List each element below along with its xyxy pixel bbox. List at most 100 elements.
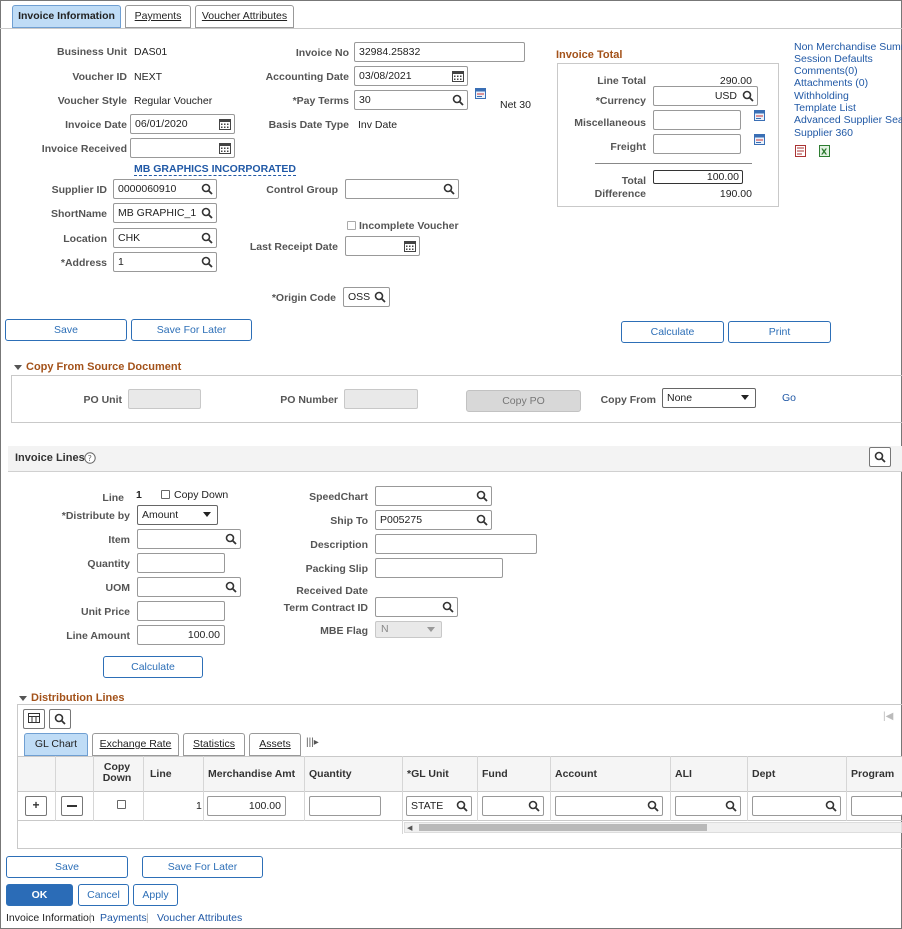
scrollbar-thumb[interactable] — [419, 824, 707, 831]
incomplete-voucher-checkbox[interactable] — [347, 221, 356, 230]
misc-detail-icon[interactable] — [754, 110, 765, 121]
description-field[interactable] — [375, 534, 537, 554]
search-icon[interactable] — [443, 183, 455, 195]
footer-link-voucher-attributes[interactable]: Voucher Attributes — [157, 912, 242, 924]
control-group-field[interactable] — [345, 179, 459, 199]
horizontal-scrollbar[interactable]: ◀ — [404, 822, 902, 833]
uom-field[interactable] — [137, 577, 241, 597]
quantity-field[interactable] — [137, 553, 225, 573]
tab-payments[interactable]: Payments — [125, 5, 191, 28]
packing-slip-field[interactable] — [375, 558, 503, 578]
side-link-session-defaults[interactable]: Session Defaults — [794, 53, 873, 65]
tab-invoice-information[interactable]: Invoice Information — [12, 5, 121, 28]
calendar-icon[interactable] — [452, 70, 464, 82]
line-calculate-button[interactable]: Calculate — [103, 656, 203, 678]
first-page-icon[interactable]: |◀ — [883, 711, 893, 722]
search-icon[interactable] — [528, 800, 540, 812]
search-icon[interactable] — [225, 581, 237, 593]
address-field[interactable]: 1 — [113, 252, 217, 272]
dist-tab-exchange-rate[interactable]: Exchange Rate — [92, 733, 179, 756]
term-contract-field[interactable] — [375, 597, 458, 617]
side-link-supplier-360[interactable]: Supplier 360 — [794, 127, 853, 139]
copy-from-title[interactable]: Copy From Source Document — [14, 361, 181, 373]
side-link-template-list[interactable]: Template List — [794, 102, 856, 114]
copy-down-checkbox[interactable] — [161, 490, 170, 499]
search-icon[interactable] — [476, 490, 488, 502]
origin-code-field[interactable]: OSS — [343, 287, 390, 307]
invoice-lines-search-button[interactable] — [869, 447, 891, 467]
print-button[interactable]: Print — [728, 321, 831, 343]
distribution-lines-title[interactable]: Distribution Lines — [19, 692, 125, 704]
invoice-received-field[interactable] — [130, 138, 235, 158]
ship-to-field[interactable]: P005275 — [375, 510, 492, 530]
calendar-icon[interactable] — [219, 118, 231, 130]
search-icon[interactable] — [742, 90, 754, 102]
invoice-no-field[interactable]: 32984.25832 — [354, 42, 525, 62]
calculate-button[interactable]: Calculate — [621, 321, 724, 343]
freight-detail-icon[interactable] — [754, 134, 765, 145]
ok-button[interactable]: OK — [6, 884, 73, 906]
save-for-later-button[interactable]: Save For Later — [131, 319, 252, 341]
search-icon[interactable] — [201, 207, 213, 219]
dist-tab-gl-chart[interactable]: GL Chart — [24, 733, 88, 756]
search-icon[interactable] — [476, 514, 488, 526]
bottom-save-button[interactable]: Save — [6, 856, 128, 878]
search-icon[interactable] — [225, 533, 237, 545]
search-icon[interactable] — [201, 256, 213, 268]
dist-tab-assets[interactable]: Assets — [249, 733, 301, 756]
shortname-field[interactable]: MB GRAPHIC_1 — [113, 203, 217, 223]
speedchart-field[interactable] — [375, 486, 492, 506]
spreadsheet-icon[interactable]: X — [819, 145, 830, 157]
supplier-name-link[interactable]: MB GRAPHICS INCORPORATED — [134, 163, 296, 176]
search-icon[interactable] — [825, 800, 837, 812]
report-icon[interactable] — [795, 145, 806, 157]
side-link-withholding[interactable]: Withholding — [794, 90, 849, 102]
dept-field[interactable] — [752, 796, 841, 816]
unit-price-field[interactable] — [137, 601, 225, 621]
search-icon[interactable] — [374, 291, 386, 303]
distribute-by-select[interactable]: Amount — [137, 505, 218, 525]
freight-field[interactable] — [653, 134, 741, 154]
personalize-grid-button[interactable] — [23, 709, 45, 729]
side-link-advanced-supplier-search[interactable]: Advanced Supplier Search — [794, 114, 902, 126]
dist-tab-statistics[interactable]: Statistics — [183, 733, 245, 756]
copy-from-select[interactable]: None — [662, 388, 756, 408]
row-copy-down-checkbox[interactable] — [117, 800, 126, 809]
delete-row-button[interactable] — [61, 796, 83, 816]
account-field[interactable] — [555, 796, 663, 816]
row-quantity-field[interactable] — [309, 796, 381, 816]
item-field[interactable] — [137, 529, 241, 549]
ali-field[interactable] — [675, 796, 741, 816]
location-field[interactable]: CHK — [113, 228, 217, 248]
miscellaneous-field[interactable] — [653, 110, 741, 130]
add-row-button[interactable]: + — [25, 796, 47, 816]
search-icon[interactable] — [442, 601, 454, 613]
pay-terms-field[interactable]: 30 — [354, 90, 468, 110]
tab-voucher-attributes[interactable]: Voucher Attributes — [195, 5, 294, 28]
go-link[interactable]: Go — [782, 392, 796, 404]
calendar-icon[interactable] — [404, 240, 416, 252]
search-icon[interactable] — [452, 94, 464, 106]
accounting-date-field[interactable]: 03/08/2021 — [354, 66, 468, 86]
help-icon[interactable]: ? — [84, 452, 96, 464]
search-icon[interactable] — [201, 232, 213, 244]
search-icon[interactable] — [201, 183, 213, 195]
program-field[interactable] — [851, 796, 902, 816]
currency-field[interactable]: USD — [653, 86, 758, 106]
supplier-id-field[interactable]: 0000060910 — [113, 179, 217, 199]
save-button[interactable]: Save — [5, 319, 127, 341]
search-icon[interactable] — [647, 800, 659, 812]
side-link-non-merchandise-summary[interactable]: Non Merchandise Summary — [794, 41, 902, 53]
gl-unit-field[interactable]: STATE — [406, 796, 472, 816]
invoice-date-field[interactable]: 06/01/2020 — [130, 114, 235, 134]
fund-field[interactable] — [482, 796, 544, 816]
side-link-comments[interactable]: Comments(0) — [794, 65, 858, 77]
apply-button[interactable]: Apply — [133, 884, 178, 906]
footer-link-payments[interactable]: Payments — [100, 912, 147, 924]
side-link-attachments[interactable]: Attachments (0) — [794, 77, 868, 89]
pay-terms-detail-icon[interactable] — [475, 88, 486, 99]
bottom-save-for-later-button[interactable]: Save For Later — [142, 856, 263, 878]
line-amount-field[interactable]: 100.00 — [137, 625, 225, 645]
scroll-left-arrow-icon[interactable]: ◀ — [407, 824, 412, 832]
calendar-icon[interactable] — [219, 142, 231, 154]
